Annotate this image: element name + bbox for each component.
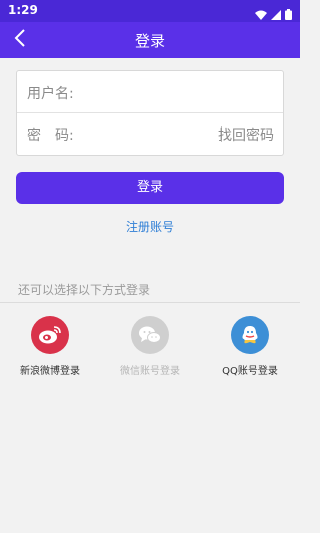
page-title: 登录 [134,32,165,50]
third-party-heading: 还可以选择以下方式登录 [18,283,151,297]
password-row: 密 码: 找回密码 [17,113,283,155]
register-link[interactable]: 注册账号 [0,218,300,235]
qq-icon [231,316,269,354]
password-input[interactable] [99,121,209,147]
wechat-login-button[interactable]: 微信账号登录 [100,316,200,377]
weibo-login-label: 新浪微博登录 [20,366,80,377]
username-input[interactable] [99,79,269,105]
login-form: 用户名: 密 码: 找回密码 [16,70,284,156]
password-label: 密 码: [27,128,74,144]
login-button[interactable]: 登录 [16,172,284,204]
username-row: 用户名: [17,71,283,113]
qq-login-button[interactable]: QQ账号登录 [200,316,300,377]
qq-login-label: QQ账号登录 [222,366,278,377]
status-time: 1:29 [8,3,38,17]
wechat-login-label: 微信账号登录 [120,366,180,377]
forgot-password-link[interactable]: 找回密码 [218,125,274,145]
status-bar: 1:29 [0,0,300,22]
divider [0,302,300,303]
weibo-icon [31,316,69,354]
username-label: 用户名: [27,86,74,102]
app-bar: 登录 [0,22,300,58]
weibo-login-button[interactable]: 新浪微博登录 [0,316,100,377]
wechat-icon [131,316,169,354]
